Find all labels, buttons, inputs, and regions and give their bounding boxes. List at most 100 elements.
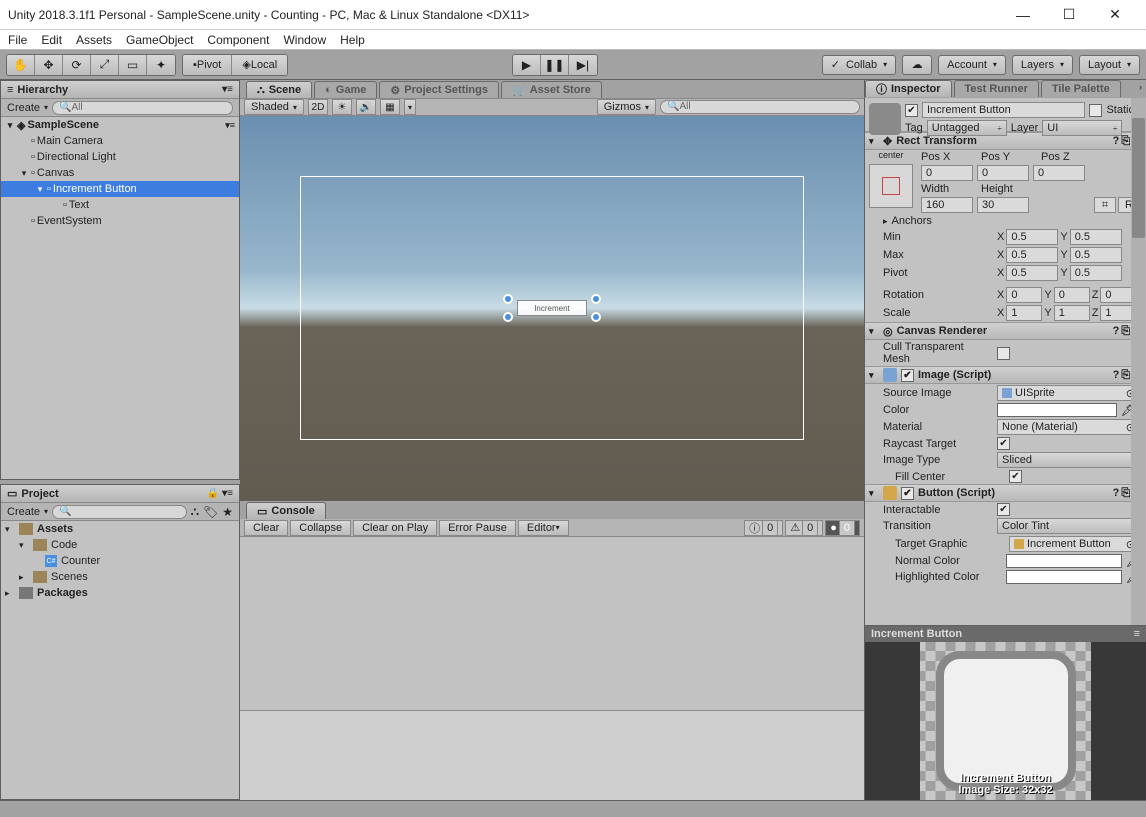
menu-component[interactable]: Component: [207, 33, 269, 47]
fx-toggle[interactable]: ▦: [380, 99, 400, 115]
layers-dropdown[interactable]: Layers▾: [1012, 55, 1073, 75]
project-assets[interactable]: ▾Assets: [1, 521, 239, 537]
handle-tl[interactable]: [503, 294, 513, 304]
rot-x[interactable]: 0: [1006, 287, 1042, 303]
scene-search[interactable]: 🔍All: [660, 100, 860, 114]
hierarchy-item-light[interactable]: ▫ Directional Light: [1, 149, 239, 165]
inspector-scrollbar[interactable]: [1131, 98, 1146, 625]
tab-console[interactable]: ▭ Console: [246, 502, 326, 519]
anchor-min-x[interactable]: 0.5: [1006, 229, 1058, 245]
project-folder-scenes[interactable]: ▸Scenes: [1, 569, 239, 585]
hierarchy-scene[interactable]: ▾◈ SampleScene▾≡: [1, 117, 239, 133]
canvas-renderer-header[interactable]: ▾◎Canvas Renderer?⎘⚙: [865, 322, 1146, 340]
transform-tool[interactable]: ✦: [147, 55, 175, 75]
move-tool[interactable]: ✥: [35, 55, 63, 75]
local-toggle[interactable]: ◈ Local: [232, 55, 287, 75]
menu-window[interactable]: Window: [283, 33, 326, 47]
tab-tile-palette[interactable]: Tile Palette: [1041, 80, 1121, 97]
pause-button[interactable]: ❚❚: [541, 55, 569, 75]
target-graphic-field[interactable]: Increment Button⊙: [1009, 536, 1140, 552]
transition-dropdown[interactable]: Color Tint÷: [997, 518, 1140, 534]
material-field[interactable]: None (Material)⊙: [997, 419, 1140, 435]
raycast-checkbox[interactable]: ✔: [997, 437, 1010, 450]
minimize-button[interactable]: —: [1000, 0, 1046, 30]
maximize-button[interactable]: ☐: [1046, 0, 1092, 30]
menu-help[interactable]: Help: [340, 33, 365, 47]
rot-y[interactable]: 0: [1054, 287, 1090, 303]
audio-toggle[interactable]: 🔊: [356, 99, 376, 115]
image-color-field[interactable]: [997, 403, 1117, 417]
static-checkbox[interactable]: [1089, 104, 1102, 117]
posx-field[interactable]: 0: [921, 165, 973, 181]
project-filter-2[interactable]: 🏷: [203, 505, 218, 519]
hierarchy-item-maincamera[interactable]: ▫ Main Camera: [1, 133, 239, 149]
gameobject-name-field[interactable]: Increment Button: [922, 102, 1085, 118]
menu-edit[interactable]: Edit: [41, 33, 62, 47]
cull-checkbox[interactable]: [997, 347, 1010, 360]
account-dropdown[interactable]: Account▾: [938, 55, 1006, 75]
comp-preset[interactable]: ⎘: [1121, 135, 1130, 148]
hierarchy-item-canvas[interactable]: ▾▫ Canvas: [1, 165, 239, 181]
scale-x[interactable]: 1: [1006, 305, 1042, 321]
tag-dropdown[interactable]: Untagged÷: [927, 120, 1007, 136]
project-folder-code[interactable]: ▾Code: [1, 537, 239, 553]
handle-bl[interactable]: [503, 312, 513, 322]
project-save-filter[interactable]: ★: [222, 505, 233, 519]
scale-tool[interactable]: ⤢: [91, 55, 119, 75]
console-editor[interactable]: Editor ▾: [518, 520, 569, 536]
scale-y[interactable]: 1: [1054, 305, 1090, 321]
project-filter-1[interactable]: ⛬: [191, 504, 199, 519]
project-create[interactable]: Create: [7, 506, 40, 518]
hierarchy-item-text[interactable]: ▫ Text: [1, 197, 239, 213]
console-warn-count[interactable]: ⚠ 0: [785, 520, 823, 536]
interactable-checkbox[interactable]: ✔: [997, 503, 1010, 516]
tab-game[interactable]: ◐ Game: [314, 81, 377, 98]
image-type-dropdown[interactable]: Sliced÷: [997, 452, 1140, 468]
console-detail[interactable]: [240, 710, 864, 800]
hand-tool[interactable]: ✋: [7, 55, 35, 75]
collab-dropdown[interactable]: ✓ Collab▾: [822, 55, 896, 75]
hierarchy-search[interactable]: 🔍All: [52, 101, 233, 115]
pivot-x[interactable]: 0.5: [1006, 265, 1058, 281]
normal-color-field[interactable]: [1006, 554, 1122, 568]
console-messages[interactable]: [240, 537, 864, 710]
2d-toggle[interactable]: 2D: [308, 99, 328, 115]
image-enabled[interactable]: ✔: [901, 369, 914, 382]
step-button[interactable]: ▶|: [569, 55, 597, 75]
hierarchy-tab[interactable]: ≡ Hierarchy ▾≡: [1, 81, 239, 99]
handle-br[interactable]: [591, 312, 601, 322]
layer-dropdown[interactable]: UI÷: [1042, 120, 1122, 136]
gizmos-dropdown[interactable]: Gizmos ▾: [597, 99, 656, 115]
anchor-preset[interactable]: [869, 164, 913, 208]
inspector-nav[interactable]: ›: [1135, 80, 1146, 98]
cloud-button[interactable]: ☁: [902, 55, 932, 75]
blueprint-mode[interactable]: ⌗: [1094, 197, 1116, 213]
project-options[interactable]: 🔒 ▾≡: [207, 488, 233, 499]
hierarchy-item-eventsystem[interactable]: ▫ EventSystem: [1, 213, 239, 229]
source-image-field[interactable]: UISprite⊙: [997, 385, 1140, 401]
close-button[interactable]: ✕: [1092, 0, 1138, 30]
tab-project-settings[interactable]: ⚙ Project Settings: [379, 81, 499, 98]
pivot-y[interactable]: 0.5: [1070, 265, 1122, 281]
console-collapse[interactable]: Collapse: [290, 520, 351, 536]
console-info-count[interactable]: ⓘ 0: [744, 520, 783, 536]
width-field[interactable]: 160: [921, 197, 973, 213]
button-header[interactable]: ▾✔Button (Script)?⎘⚙: [865, 484, 1146, 502]
image-header[interactable]: ▾✔Image (Script)?⎘⚙: [865, 366, 1146, 384]
shading-mode[interactable]: Shaded ▾: [244, 99, 304, 115]
height-field[interactable]: 30: [977, 197, 1029, 213]
tab-inspector[interactable]: ⓘ Inspector: [865, 80, 952, 97]
tab-test-runner[interactable]: Test Runner: [954, 80, 1039, 97]
project-packages[interactable]: ▸Packages: [1, 585, 239, 601]
handle-tr[interactable]: [591, 294, 601, 304]
console-error-count[interactable]: ● 0: [825, 520, 860, 536]
hierarchy-create[interactable]: Create: [7, 102, 40, 114]
rect-tool[interactable]: ▭: [119, 55, 147, 75]
menu-assets[interactable]: Assets: [76, 33, 112, 47]
hierarchy-item-increment-button[interactable]: ▾▫ Increment Button: [1, 181, 239, 197]
posy-field[interactable]: 0: [977, 165, 1029, 181]
comp-help[interactable]: ?: [1113, 135, 1120, 148]
selected-button-gizmo[interactable]: Increment: [517, 300, 587, 316]
layout-dropdown[interactable]: Layout▾: [1079, 55, 1140, 75]
menu-gameobject[interactable]: GameObject: [126, 33, 193, 47]
